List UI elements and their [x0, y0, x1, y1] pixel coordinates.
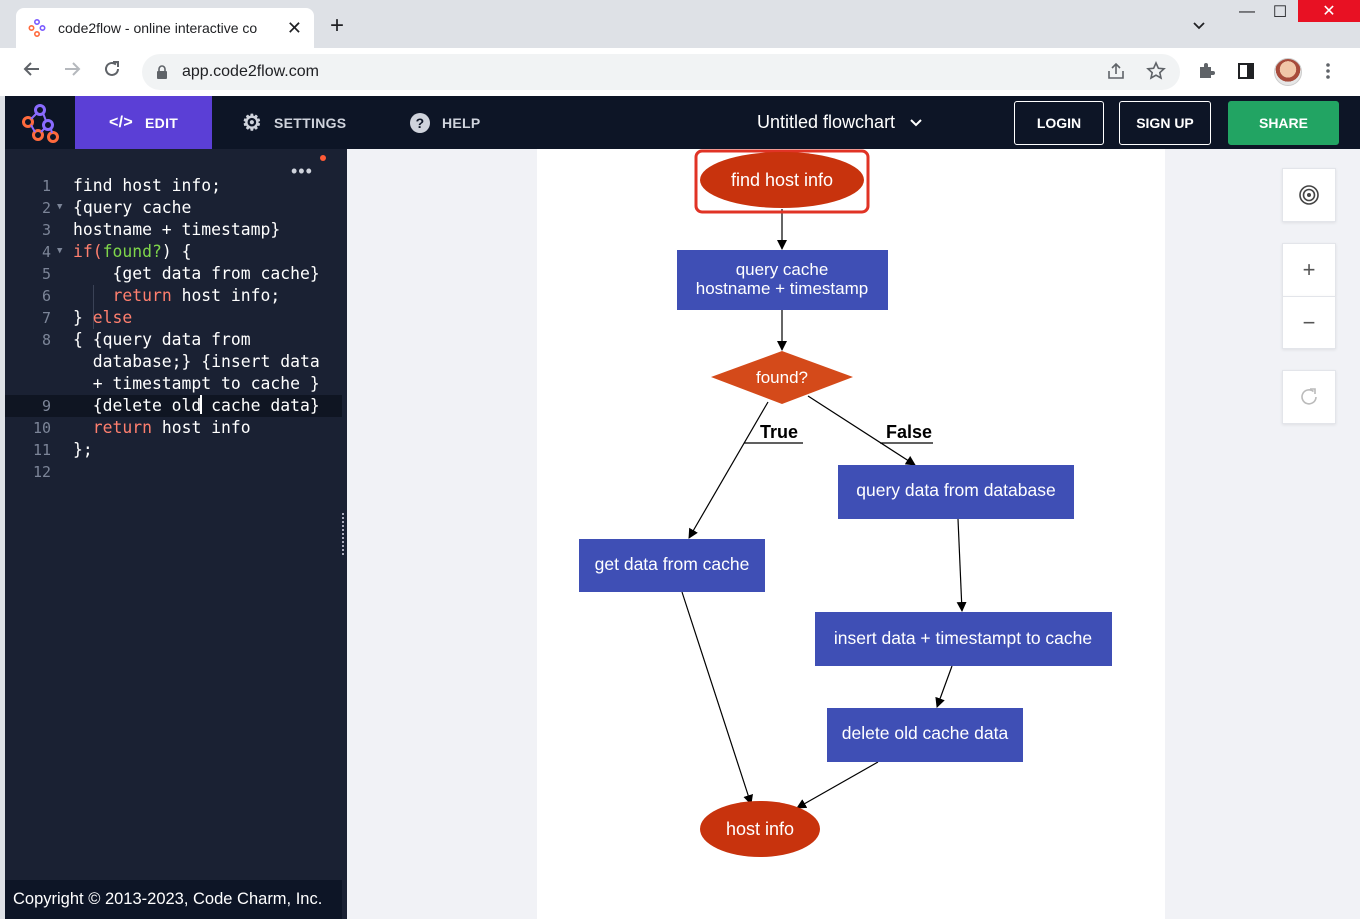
code-line-current: 9 {delete old cache data} [5, 395, 342, 417]
code-line: 1 find host info; [41, 176, 222, 195]
tab-help[interactable]: ? HELP [410, 96, 481, 149]
logo-icon [22, 103, 59, 143]
code2flow-favicon-icon [28, 19, 46, 37]
forward-arrow-icon[interactable] [60, 60, 84, 84]
side-panel-icon[interactable] [1236, 61, 1256, 86]
bookmark-star-icon[interactable] [1146, 61, 1166, 86]
code-line: 3 hostname + timestamp} [41, 220, 281, 239]
edge-query-db-insert [956, 518, 967, 612]
fold-arrow-icon[interactable]: ▼ [57, 196, 62, 218]
code-lines[interactable]: 1 find host info; 2 ▼ {query cache 3 hostnam… [5, 175, 342, 483]
zoom-out-button[interactable]: − [1282, 296, 1336, 349]
edge-insert-delete [935, 665, 953, 708]
maximize-button[interactable]: ☐ [1265, 0, 1295, 24]
unsaved-indicator [320, 155, 326, 161]
lock-icon [157, 65, 167, 79]
tab-help-label: HELP [442, 114, 481, 131]
code-editor[interactable]: ••• 1 find host info; 2 ▼ {query cache 3 hos… [5, 149, 342, 919]
new-tab-button[interactable]: + [330, 14, 344, 38]
node-query-cache-line2: hostname + timestamp [696, 279, 868, 298]
code-line: 8{ {query data from [41, 330, 251, 349]
tab-title: code2flow - online interactive co [58, 20, 258, 36]
document-title-text: Untitled flowchart [757, 112, 896, 132]
edge-label-false: False [886, 422, 932, 442]
browser-menu-icon[interactable] [1318, 61, 1338, 86]
code-line: 5 {get data from cache} [41, 264, 320, 283]
node-insert-label: insert data + timestampt to cache [834, 628, 1092, 648]
code-icon: </> [109, 113, 134, 131]
edge-delete-end [796, 761, 879, 809]
url-text: app.code2flow.com [182, 63, 319, 80]
refresh-icon [1301, 388, 1317, 405]
window-close-button[interactable]: ✕ [1298, 0, 1360, 22]
tab-edit[interactable]: </> EDIT [75, 96, 212, 149]
tab-settings-label: SETTINGS [274, 114, 347, 131]
code-line: 4 ▼ if(found?) { [41, 240, 192, 262]
flowchart-canvas[interactable]: True False find host info query cache ho… [347, 149, 1360, 919]
code-line: 2 ▼ {query cache [41, 196, 192, 218]
copyright-footer: Copyright © 2013-2023, Code Charm, Inc. [5, 880, 342, 919]
fold-arrow-icon[interactable]: ▼ [57, 240, 62, 262]
tab-close-icon[interactable]: ✕ [287, 19, 302, 37]
node-end-label: host info [726, 819, 794, 839]
node-query-cache-line1: query cache [736, 260, 829, 279]
app-header: </> EDIT ⚙ SETTINGS ? HELP Untitled flow… [5, 96, 1360, 149]
tab-edit-label: EDIT [145, 114, 179, 131]
chevron-down-icon [909, 115, 923, 131]
edge-found-true [688, 401, 769, 539]
node-found-label: found? [756, 368, 808, 387]
code-line: 6 return host info; [41, 286, 281, 305]
reload-icon[interactable] [100, 60, 124, 84]
edge-label-true: True [760, 422, 798, 442]
code-line: 10 return host info [32, 418, 251, 437]
signup-button[interactable]: SIGN UP [1119, 101, 1211, 145]
reset-button[interactable] [1282, 370, 1336, 424]
browser-toolbar: app.code2flow.com [0, 48, 1360, 96]
code2flow-logo[interactable] [5, 96, 75, 149]
tab-settings[interactable]: ⚙ SETTINGS [242, 96, 346, 149]
node-start-label: find host info [731, 170, 833, 190]
code-line: database;} {insert data [73, 352, 320, 371]
minimize-button[interactable]: — [1232, 0, 1262, 24]
share-page-icon[interactable] [1106, 61, 1126, 86]
browser-tab-strip: code2flow - online interactive co ✕ + — … [0, 0, 1360, 48]
zoom-in-button[interactable]: + [1282, 243, 1336, 296]
gear-icon: ⚙ [242, 109, 263, 135]
document-title[interactable]: Untitled flowchart [757, 96, 923, 149]
flowchart-svg: True False find host info query cache ho… [579, 149, 1112, 857]
fit-target-button[interactable] [1282, 168, 1336, 222]
drag-grip-icon [342, 513, 346, 555]
code-line: 12 [32, 463, 51, 481]
address-bar[interactable]: app.code2flow.com [142, 54, 1180, 90]
share-button[interactable]: SHARE [1228, 101, 1339, 145]
extensions-puzzle-icon[interactable] [1196, 61, 1216, 86]
target-icon [1299, 185, 1319, 205]
back-arrow-icon[interactable] [20, 60, 44, 84]
code-line: + timestampt to cache } [73, 374, 320, 393]
edge-get-cache-end [681, 591, 753, 805]
code-line: 11}; [32, 440, 93, 459]
browser-tab[interactable]: code2flow - online interactive co ✕ [16, 8, 314, 48]
code-line: 7} else [41, 308, 133, 327]
profile-avatar[interactable] [1274, 58, 1302, 86]
node-query-db-label: query data from database [856, 480, 1055, 500]
node-get-cache-label: get data from cache [595, 554, 750, 574]
login-button[interactable]: LOGIN [1014, 101, 1104, 145]
tab-search-icon[interactable] [1192, 18, 1206, 34]
node-delete-label: delete old cache data [842, 723, 1009, 743]
flowchart-sheet: True False find host info query cache ho… [537, 149, 1165, 919]
help-icon: ? [410, 112, 430, 133]
